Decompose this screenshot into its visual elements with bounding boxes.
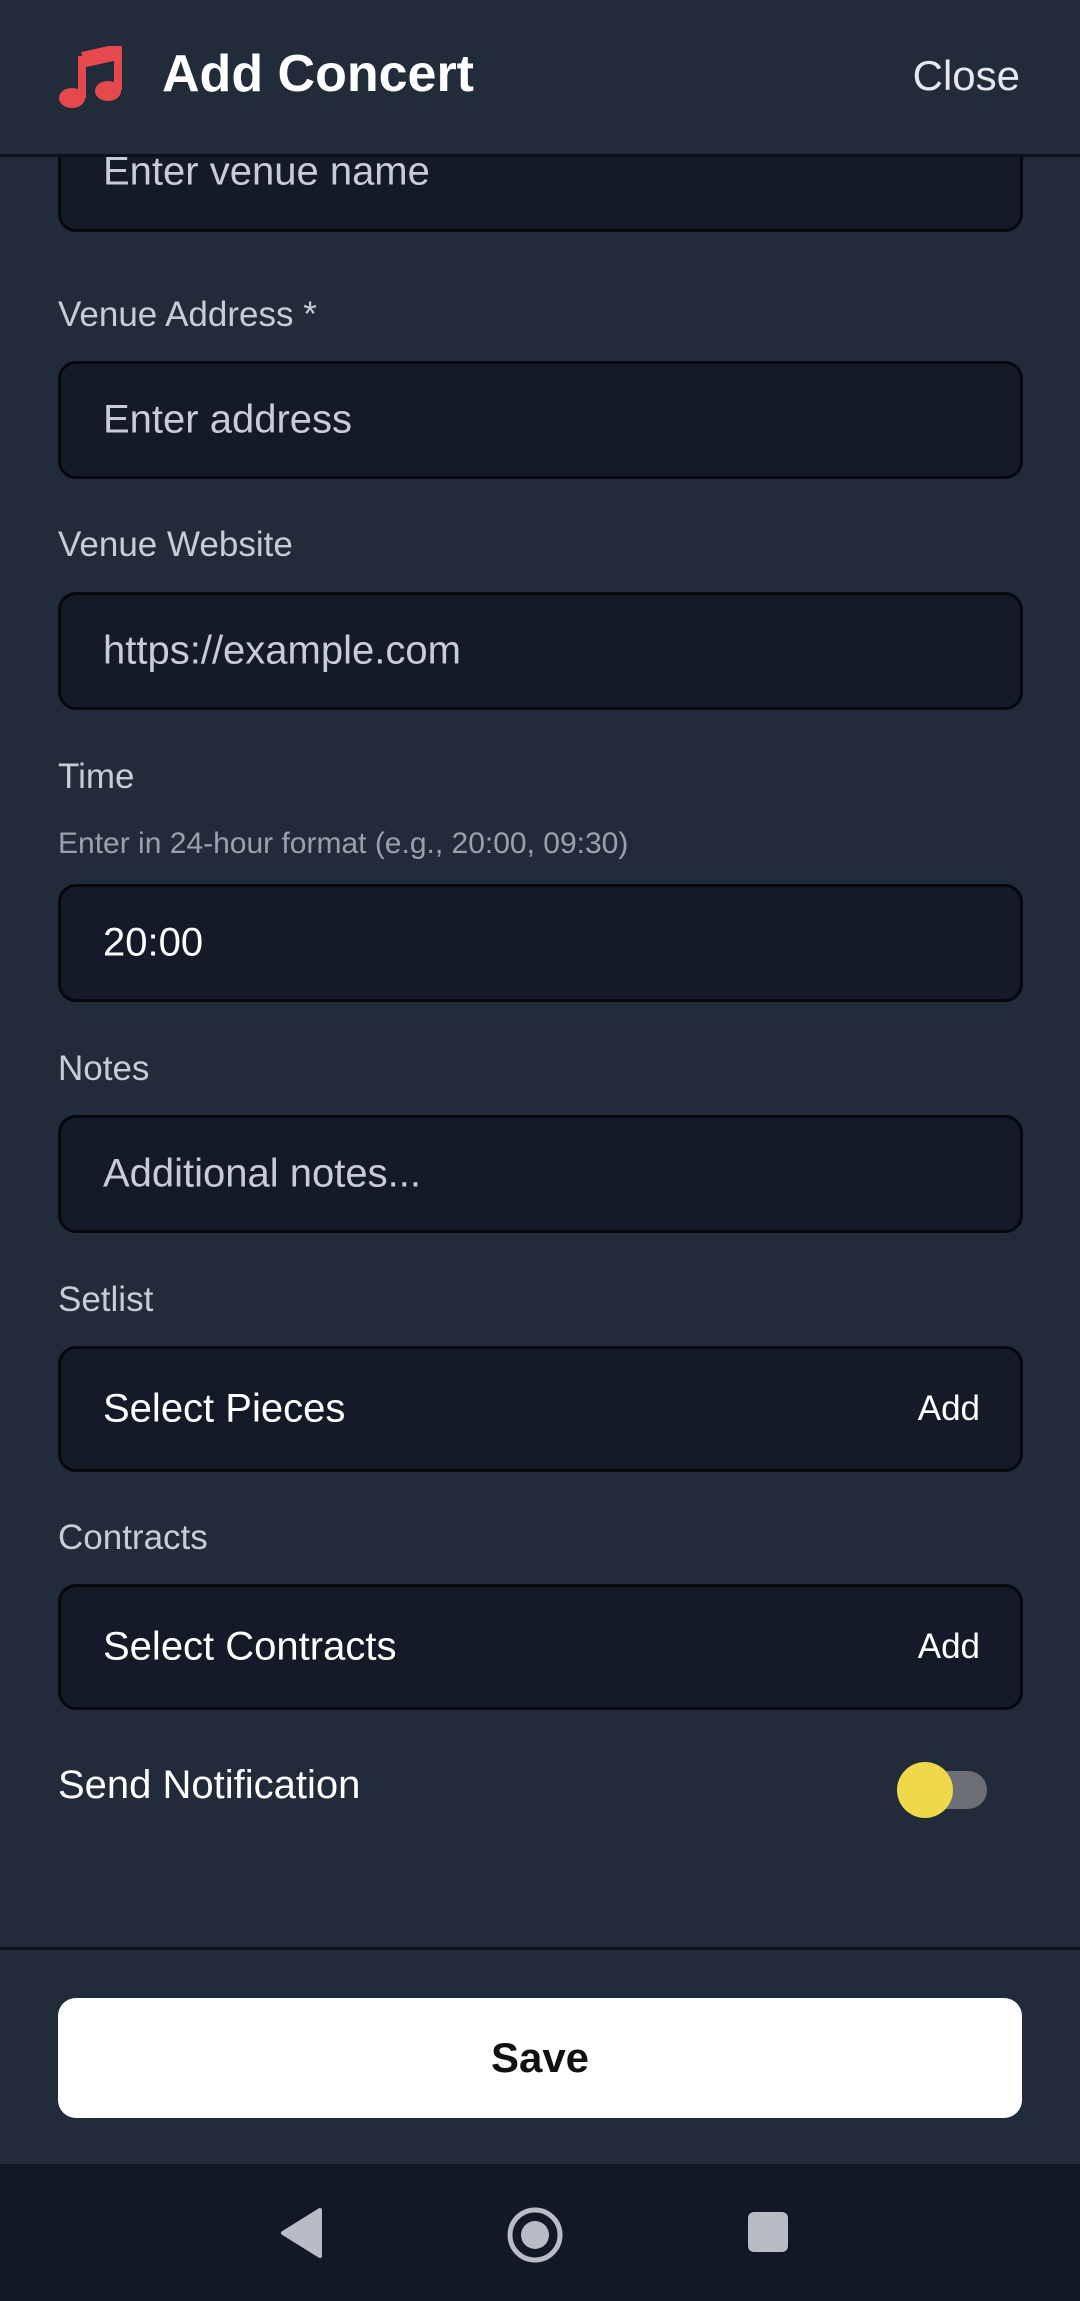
setlist-picker[interactable]: Select Pieces Add <box>58 1346 1023 1472</box>
close-button[interactable]: Close <box>913 52 1020 100</box>
time-label: Time <box>58 757 135 796</box>
venue-website-placeholder: https://example.com <box>103 628 461 673</box>
recents-icon[interactable] <box>748 2212 788 2252</box>
venue-address-input[interactable]: Enter address <box>58 361 1023 479</box>
send-notification-toggle[interactable] <box>897 1762 989 1818</box>
contracts-add-button[interactable]: Add <box>918 1627 980 1667</box>
time-value: 20:00 <box>103 920 204 965</box>
time-input[interactable]: 20:00 <box>58 884 1023 1002</box>
back-icon[interactable] <box>280 2208 322 2258</box>
footer-bar: Save <box>0 1947 1080 2164</box>
venue-address-placeholder: Enter address <box>103 397 353 442</box>
venue-address-label: Venue Address * <box>58 295 317 334</box>
toggle-thumb <box>897 1762 953 1818</box>
venue-website-label: Venue Website <box>58 525 293 564</box>
venue-website-input[interactable]: https://example.com <box>58 592 1023 710</box>
contracts-picker-text: Select Contracts <box>103 1624 397 1669</box>
send-notification-label: Send Notification <box>58 1763 361 1807</box>
time-hint: Enter in 24-hour format (e.g., 20:00, 09… <box>58 827 629 860</box>
venue-name-input[interactable]: Enter venue name <box>58 157 1023 232</box>
setlist-add-button[interactable]: Add <box>918 1389 980 1429</box>
app-header: Add Concert Close <box>0 0 1080 157</box>
page-title: Add Concert <box>162 45 474 103</box>
home-icon[interactable] <box>506 2206 564 2264</box>
notes-input[interactable]: Additional notes... <box>58 1115 1023 1233</box>
setlist-picker-text: Select Pieces <box>103 1386 346 1431</box>
form-scroll-area[interactable]: Enter venue name Venue Address * Enter a… <box>0 157 1080 1947</box>
save-button[interactable]: Save <box>58 1998 1022 2118</box>
notes-label: Notes <box>58 1049 150 1088</box>
contracts-label: Contracts <box>58 1518 208 1557</box>
setlist-label: Setlist <box>58 1280 154 1319</box>
contracts-picker[interactable]: Select Contracts Add <box>58 1584 1023 1710</box>
music-note-icon <box>59 46 122 108</box>
system-nav-bar <box>0 2164 1080 2301</box>
venue-name-placeholder: Enter venue name <box>103 157 430 193</box>
notes-placeholder: Additional notes... <box>103 1151 421 1196</box>
